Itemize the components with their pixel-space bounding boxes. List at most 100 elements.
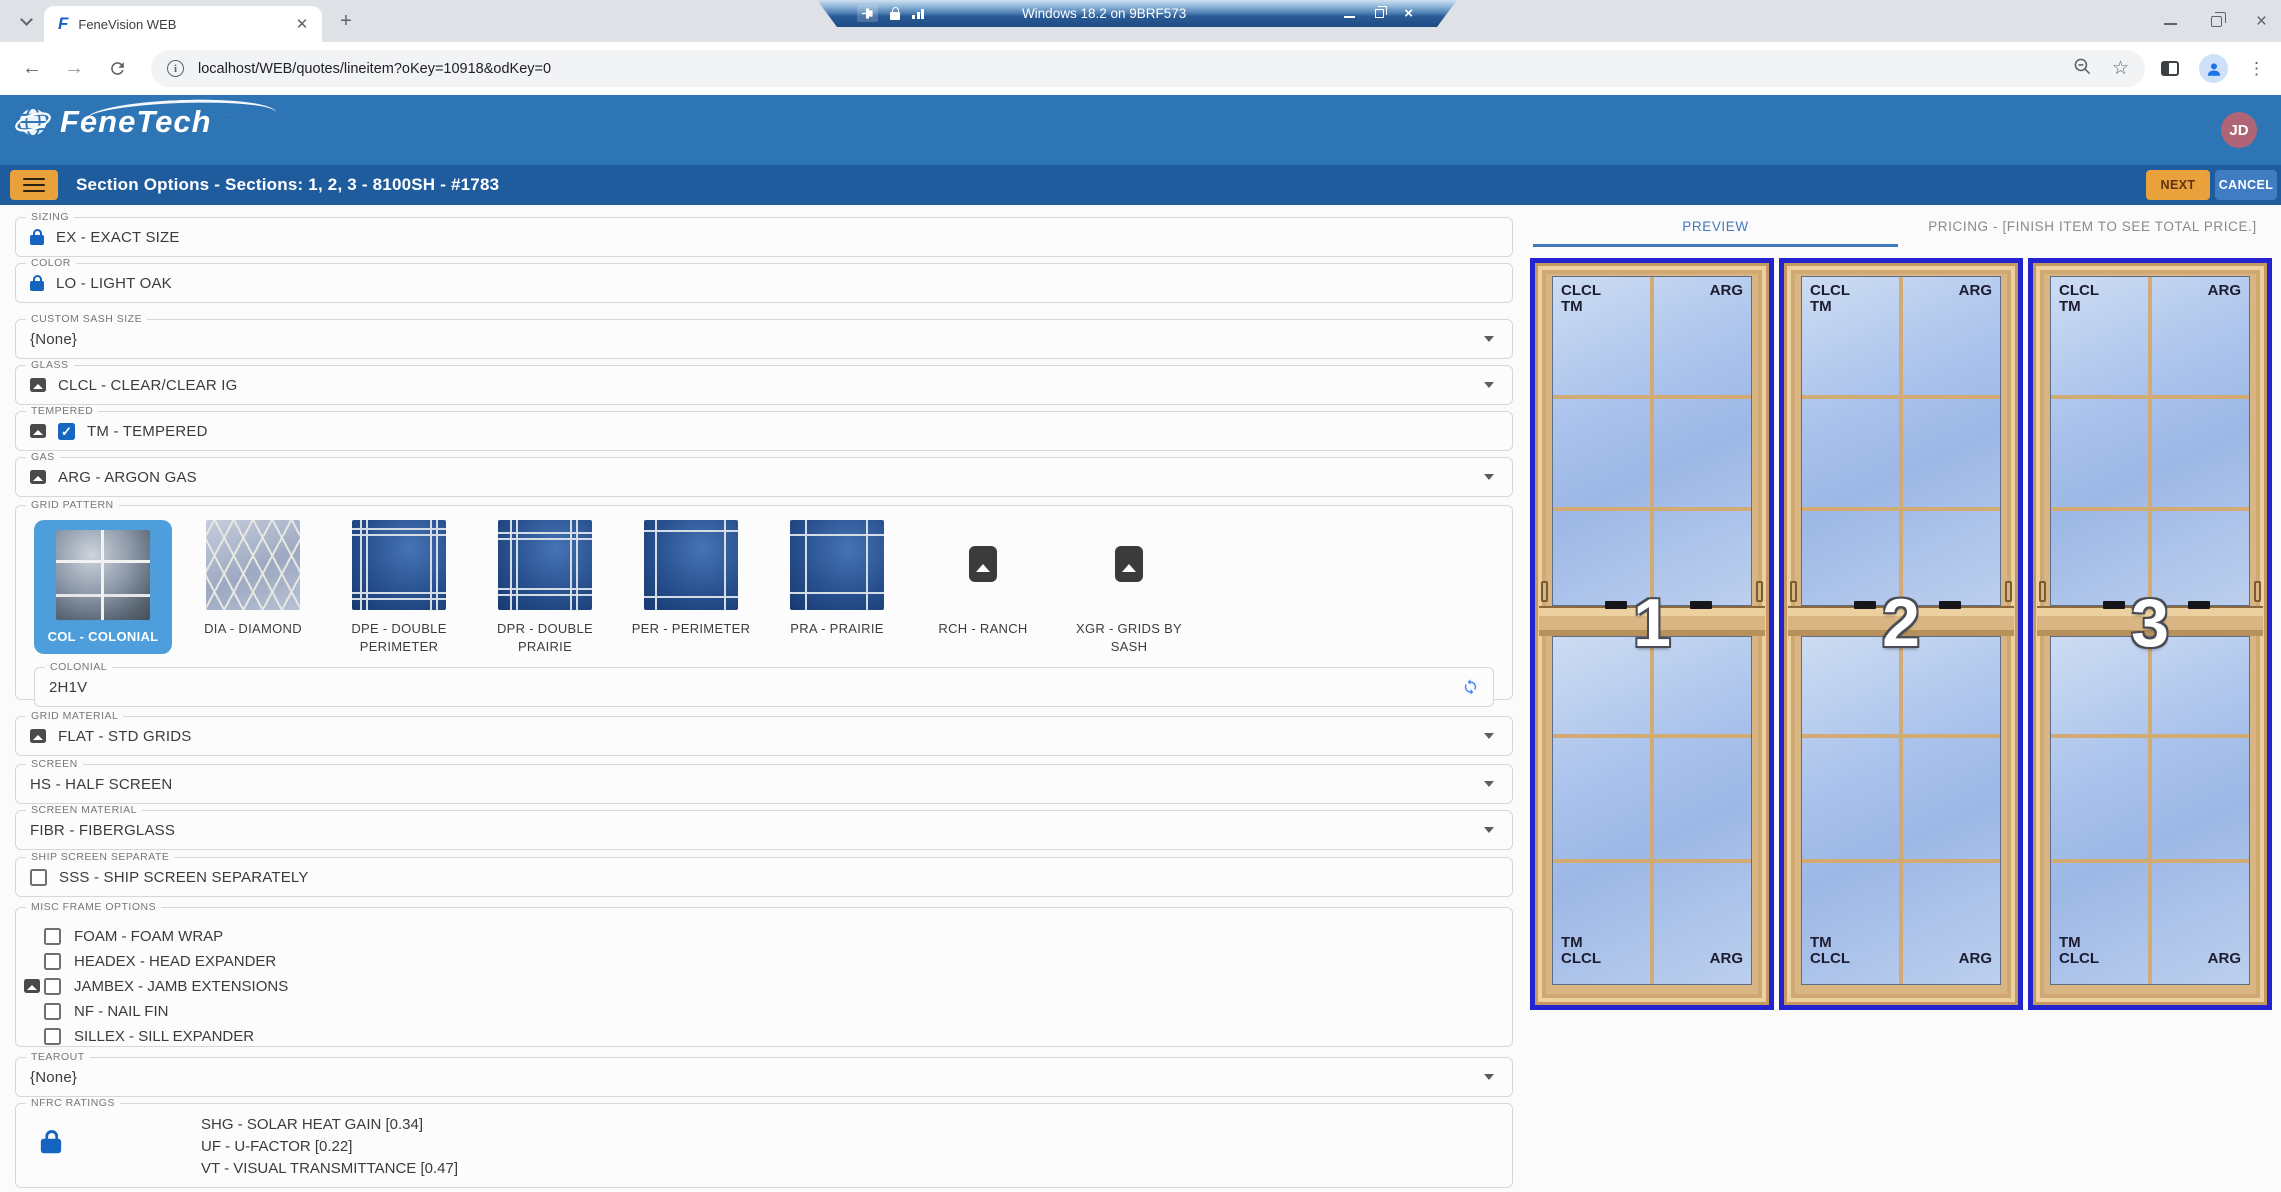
vm-minimize-button[interactable]: [1344, 16, 1355, 18]
field-label: COLOR: [26, 257, 76, 269]
grid-pattern-option-rch[interactable]: RCH - RANCH: [910, 520, 1056, 638]
misc-option-row[interactable]: HEADEX - HEAD EXPANDER: [44, 949, 1512, 974]
grid-pattern-option-xgr[interactable]: XGR - GRIDS BY SASH: [1056, 520, 1202, 655]
misc-option-label: HEADEX - HEAD EXPANDER: [74, 953, 276, 970]
new-tab-button[interactable]: +: [334, 9, 358, 33]
tab-close-icon[interactable]: ✕: [292, 14, 312, 34]
refresh-icon[interactable]: [1462, 679, 1479, 696]
field-label: GLASS: [26, 359, 74, 371]
grid-pattern-option-col[interactable]: COL - COLONIAL: [34, 520, 172, 654]
field-screen[interactable]: SCREEN HS - HALF SCREEN: [15, 764, 1513, 804]
browser-profile-avatar[interactable]: [2199, 54, 2228, 83]
nfrc-lines: SHG - SOLAR HEAT GAIN [0.34]UF - U-FACTO…: [201, 1114, 1512, 1180]
misc-option-checkbox[interactable]: [44, 1028, 61, 1045]
grid-pattern-option-dpe[interactable]: DPE - DOUBLE PERIMETER: [326, 520, 472, 655]
grid-mullion: [2051, 859, 2249, 863]
field-value: TM - TEMPERED: [87, 423, 208, 440]
tab-preview[interactable]: PREVIEW: [1527, 205, 1904, 247]
grid-mullion: [1650, 277, 1654, 605]
vm-close-button[interactable]: ×: [1404, 6, 1413, 21]
user-avatar[interactable]: JD: [2221, 112, 2257, 148]
field-glass[interactable]: GLASS CLCL - CLEAR/CLEAR IG: [15, 365, 1513, 405]
misc-option-row[interactable]: NF - NAIL FIN: [44, 999, 1512, 1024]
grid-pattern-option-dia[interactable]: DIA - DIAMOND: [180, 520, 326, 638]
misc-option-checkbox[interactable]: [44, 1003, 61, 1020]
nfrc-rating-line: SHG - SOLAR HEAT GAIN [0.34]: [201, 1114, 1512, 1136]
field-value: EX - EXACT SIZE: [56, 229, 180, 246]
field-label: SCREEN MATERIAL: [26, 804, 142, 816]
nfrc-rating-line: VT - VISUAL TRANSMITTANCE [0.47]: [201, 1158, 1512, 1180]
chevron-down-icon: [1484, 474, 1494, 480]
preview-window-section-2[interactable]: CLCLTM ARG TMCLCL ARG 2: [1779, 258, 2023, 1010]
field-ship-screen-separate[interactable]: SHIP SCREEN SEPARATE SSS - SHIP SCREEN S…: [15, 857, 1513, 897]
field-value: FLAT - STD GRIDS: [58, 728, 192, 745]
field-color[interactable]: COLOR LO - LIGHT OAK: [15, 263, 1513, 303]
chevron-down-icon: [1484, 382, 1494, 388]
field-screen-material[interactable]: SCREEN MATERIAL FIBR - FIBERGLASS: [15, 810, 1513, 850]
grid-pattern-label: PRA - PRAIRIE: [790, 620, 883, 638]
ship-screen-checkbox[interactable]: [30, 869, 47, 886]
field-tearout[interactable]: TEAROUT {None}: [15, 1057, 1513, 1097]
vm-restore-button[interactable]: [1375, 9, 1384, 18]
browser-menu-icon[interactable]: ⋮: [2248, 59, 2265, 79]
tab-pricing[interactable]: PRICING - [FINISH ITEM TO SEE TOTAL PRIC…: [1904, 205, 2281, 247]
preview-window-section-1[interactable]: CLCLTM ARG TMCLCL ARG 1: [1530, 258, 1774, 1010]
browser-tab[interactable]: F FeneVision WEB ✕: [44, 6, 322, 42]
grid-mullion: [1553, 507, 1751, 511]
grid-mullion: [1802, 734, 2000, 738]
options-form: SIZING EX - EXACT SIZE COLOR LO - LIGHT …: [15, 205, 1513, 1188]
field-label: GAS: [26, 451, 60, 463]
grid-mullion: [1802, 395, 2000, 399]
grid-pattern-option-dpr[interactable]: DPR - DOUBLE PRAIRIE: [472, 520, 618, 655]
preview-window-section-3[interactable]: CLCLTM ARG TMCLCL ARG 3: [2028, 258, 2272, 1010]
cancel-button[interactable]: CANCEL: [2215, 170, 2277, 200]
glass-option-label-bottom-left: TMCLCL: [1561, 935, 1601, 967]
field-value: ARG - ARGON GAS: [58, 469, 197, 486]
grid-pattern-thumbnail: [56, 530, 150, 620]
group-label: NFRC RATINGS: [26, 1097, 120, 1109]
field-grid-material[interactable]: GRID MATERIAL FLAT - STD GRIDS: [15, 716, 1513, 756]
tab-search-chevron-icon[interactable]: [14, 9, 38, 33]
field-sizing[interactable]: SIZING EX - EXACT SIZE: [15, 217, 1513, 257]
window-restore-button[interactable]: [2211, 16, 2222, 27]
field-colonial[interactable]: COLONIAL 2H1V: [34, 667, 1494, 707]
misc-option-row[interactable]: SILLEX - SILL EXPANDER: [44, 1024, 1512, 1049]
grid-pattern-label: DPE - DOUBLE PERIMETER: [330, 620, 468, 655]
back-button[interactable]: ←: [22, 57, 42, 80]
next-button[interactable]: NEXT: [2146, 170, 2210, 200]
vm-lock-icon: [890, 12, 900, 20]
forward-button[interactable]: →: [64, 57, 84, 80]
grid-pattern-label: RCH - RANCH: [938, 620, 1027, 638]
window-close-button[interactable]: ×: [2256, 12, 2267, 31]
field-label: TEAROUT: [26, 1051, 90, 1063]
field-value: SSS - SHIP SCREEN SEPARATELY: [59, 869, 309, 886]
tempered-checkbox[interactable]: [58, 423, 75, 440]
field-gas[interactable]: GAS ARG - ARGON GAS: [15, 457, 1513, 497]
vm-signal-icon: [912, 9, 924, 19]
grid-pattern-option-pra[interactable]: PRA - PRAIRIE: [764, 520, 910, 638]
misc-option-row[interactable]: JAMBEX - JAMB EXTENSIONS: [44, 974, 1512, 999]
grid-pattern-thumbnail: [206, 520, 300, 610]
misc-option-row[interactable]: FOAM - FOAM WRAP: [44, 924, 1512, 949]
browser-toolbar: ← → i localhost/WEB/quotes/lineitem?oKey…: [0, 42, 2281, 95]
field-custom-sash-size[interactable]: CUSTOM SASH SIZE {None}: [15, 319, 1513, 359]
vm-connection-bar: Windows 18.2 on 9BRF573 ×: [817, 0, 1457, 27]
bookmark-star-icon[interactable]: ☆: [2112, 57, 2129, 80]
field-tempered[interactable]: TEMPERED TM - TEMPERED: [15, 411, 1513, 451]
side-panel-icon[interactable]: [2161, 61, 2179, 76]
misc-option-checkbox[interactable]: [44, 928, 61, 945]
grid-pattern-option-per[interactable]: PER - PERIMETER: [618, 520, 764, 638]
zoom-out-icon[interactable]: [2073, 57, 2092, 81]
reload-button[interactable]: [108, 59, 127, 78]
grid-mullion: [2051, 507, 2249, 511]
site-info-icon[interactable]: i: [167, 60, 184, 77]
section-number: 2: [1784, 589, 2018, 657]
misc-option-checkbox[interactable]: [44, 978, 61, 995]
address-bar[interactable]: i localhost/WEB/quotes/lineitem?oKey=109…: [151, 50, 2145, 87]
vm-pin-icon[interactable]: [857, 5, 878, 22]
lock-icon: [30, 281, 44, 291]
field-value: LO - LIGHT OAK: [56, 275, 172, 292]
menu-hamburger-button[interactable]: [10, 170, 58, 200]
window-minimize-button[interactable]: [2164, 23, 2177, 25]
misc-option-checkbox[interactable]: [44, 953, 61, 970]
